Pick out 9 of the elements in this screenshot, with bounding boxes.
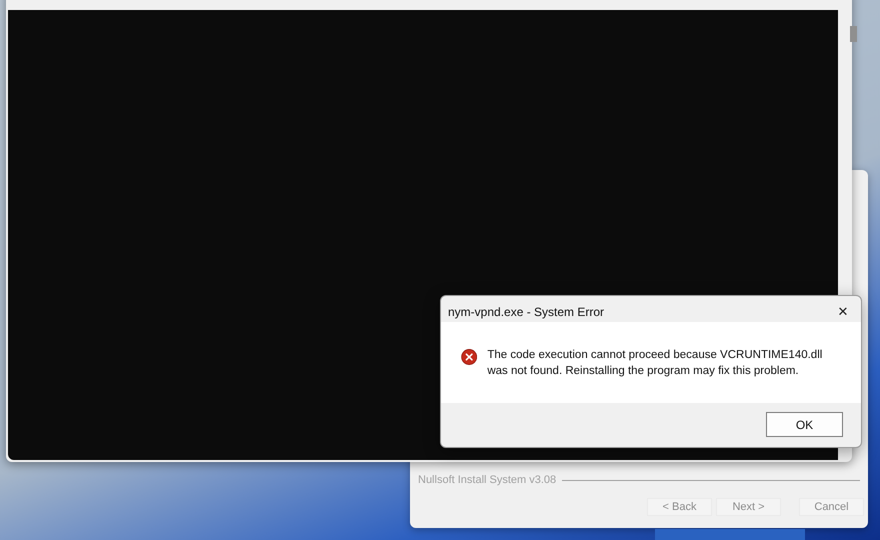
error-message: The code execution cannot proceed because VCRUNTIME140.dll was not found. Reinstalling the program may fix this problem. [487,348,824,379]
branding-text: Nullsoft Install System v3.08 [418,473,556,488]
close-button[interactable]: ✕ [831,301,855,323]
ok-button[interactable]: OK [766,412,843,437]
scrollbar-thumb[interactable] [850,26,857,42]
installer-button[interactable]: < Back [647,498,712,516]
installer-button[interactable]: Cancel [799,498,864,516]
dialog-title: nym-vpnd.exe - System Error [448,304,604,321]
installer-button[interactable]: Next > [716,498,781,516]
